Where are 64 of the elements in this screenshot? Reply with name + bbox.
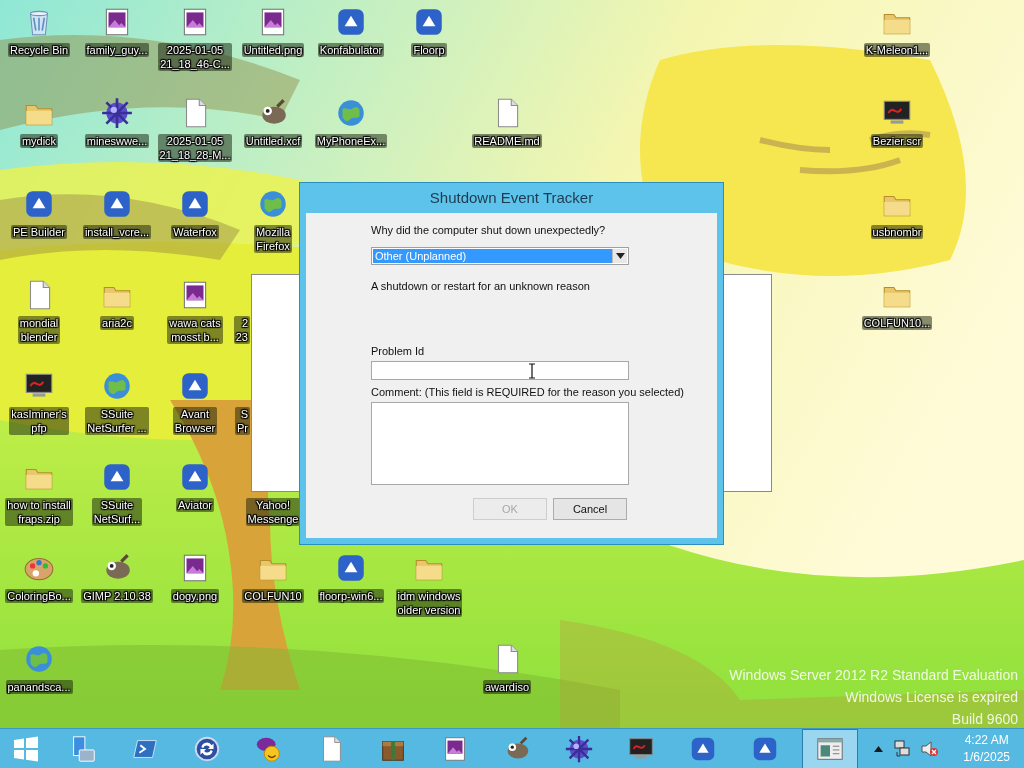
icon-label[interactable]: idm windows older version xyxy=(395,589,463,617)
windows-logo-icon xyxy=(13,735,39,762)
icon-label[interactable]: GIMP 2.10.38 xyxy=(81,589,153,603)
icon-label[interactable]: COLFUN10... xyxy=(861,316,933,330)
icon-label[interactable]: Untitled.png xyxy=(241,43,305,57)
icon-label[interactable]: wawa cats mosst b... xyxy=(167,316,223,344)
icon-label[interactable]: aria2c xyxy=(100,316,134,330)
icon-label[interactable]: Recycle Bin xyxy=(7,43,71,57)
reason-dropdown[interactable]: Other (Unplanned) xyxy=(371,247,629,265)
icon-label[interactable]: PE Builder xyxy=(11,225,67,239)
icon-label[interactable]: 2025-01-05 21_18_28-M... xyxy=(157,134,233,162)
network-icon[interactable] xyxy=(893,739,912,758)
caret-icon xyxy=(615,253,625,259)
clock-time[interactable]: 4:22 AM xyxy=(964,731,1009,749)
taskbar-button[interactable] xyxy=(802,728,858,768)
icon-label[interactable]: Yahoo! Messenge xyxy=(245,498,301,526)
icon-label[interactable]: how to install fraps.zip xyxy=(5,498,73,526)
icon-label[interactable]: 2025-01-05 21_18_46-C... xyxy=(158,43,232,71)
icon-label[interactable]: panandsca... xyxy=(5,680,73,694)
question-label: Why did the computer shut down unexpectedly? xyxy=(371,223,607,237)
icon-label[interactable]: Aviator xyxy=(175,498,214,512)
icon-label[interactable]: kasIminer's pfp xyxy=(9,407,69,435)
icon-label[interactable]: Waterfox xyxy=(171,225,219,239)
watermark-text: Build 9600 xyxy=(951,710,1018,728)
icon-label[interactable]: SSuite NetSurfer ... xyxy=(85,407,149,435)
ball-icon[interactable] xyxy=(100,96,134,130)
input-field[interactable] xyxy=(371,361,629,380)
icon-label[interactable]: Floorp xyxy=(411,43,447,57)
ball-icon xyxy=(564,733,594,764)
dialog-button[interactable]: Cancel xyxy=(553,498,627,520)
window-title: Shutdown Event Tracker xyxy=(428,187,595,208)
icon-label[interactable]: mydick xyxy=(19,134,59,148)
icon-label[interactable]: 2 23 xyxy=(233,316,250,344)
icon-label[interactable]: floorp-win6... xyxy=(317,589,385,603)
icon-label[interactable]: K-Meleon1... xyxy=(863,43,931,57)
text-cursor-icon xyxy=(528,363,536,379)
icon-label[interactable]: install_vcre... xyxy=(82,225,152,239)
icon-label[interactable]: awardiso xyxy=(483,680,531,694)
icon-label[interactable]: mondial blender xyxy=(17,316,61,344)
volume-muted-icon[interactable] xyxy=(921,739,940,758)
watermark-text: Windows Server 2012 R2 Standard Evaluation xyxy=(729,666,1018,685)
watermark-text: Windows License is expired xyxy=(845,688,1018,707)
icon-label[interactable]: Mozilla Firefox xyxy=(253,225,293,253)
icon-label[interactable]: COLFUN10 xyxy=(242,589,304,603)
icon-label[interactable]: mineswwe... xyxy=(84,134,150,148)
icon-label[interactable]: Avant Browser xyxy=(172,407,218,435)
icon-label[interactable]: S Pr xyxy=(235,407,250,435)
icon-label[interactable]: Bezier.scr xyxy=(870,134,924,148)
show-hidden-icons-icon[interactable] xyxy=(874,745,884,752)
icon-label[interactable]: SSuite NetSurf... xyxy=(91,498,143,526)
clock-date[interactable]: 1/6/2025 xyxy=(963,748,1010,766)
icon-label[interactable]: Konfabulator xyxy=(317,43,385,57)
icon-label[interactable]: README.md xyxy=(472,134,542,148)
description-text: A shutdown or restart for an unknown reason xyxy=(371,279,591,293)
icon-label[interactable]: ColoringBo... xyxy=(5,589,73,603)
icon-label[interactable]: Untitled.xcf xyxy=(243,134,303,148)
icon-label[interactable]: dogy.png xyxy=(170,589,220,603)
field-label: Problem Id xyxy=(371,344,426,358)
icon-label[interactable]: MyPhoneEx... xyxy=(314,134,388,148)
field-label: Comment: (This field is REQUIRED for the reason you selected) xyxy=(371,385,685,399)
icon-label[interactable]: usbnombr xyxy=(870,225,924,239)
icon-label[interactable]: family_guy... xyxy=(84,43,150,57)
dropdown-button[interactable] xyxy=(612,249,627,263)
comment-box[interactable] xyxy=(371,402,629,485)
